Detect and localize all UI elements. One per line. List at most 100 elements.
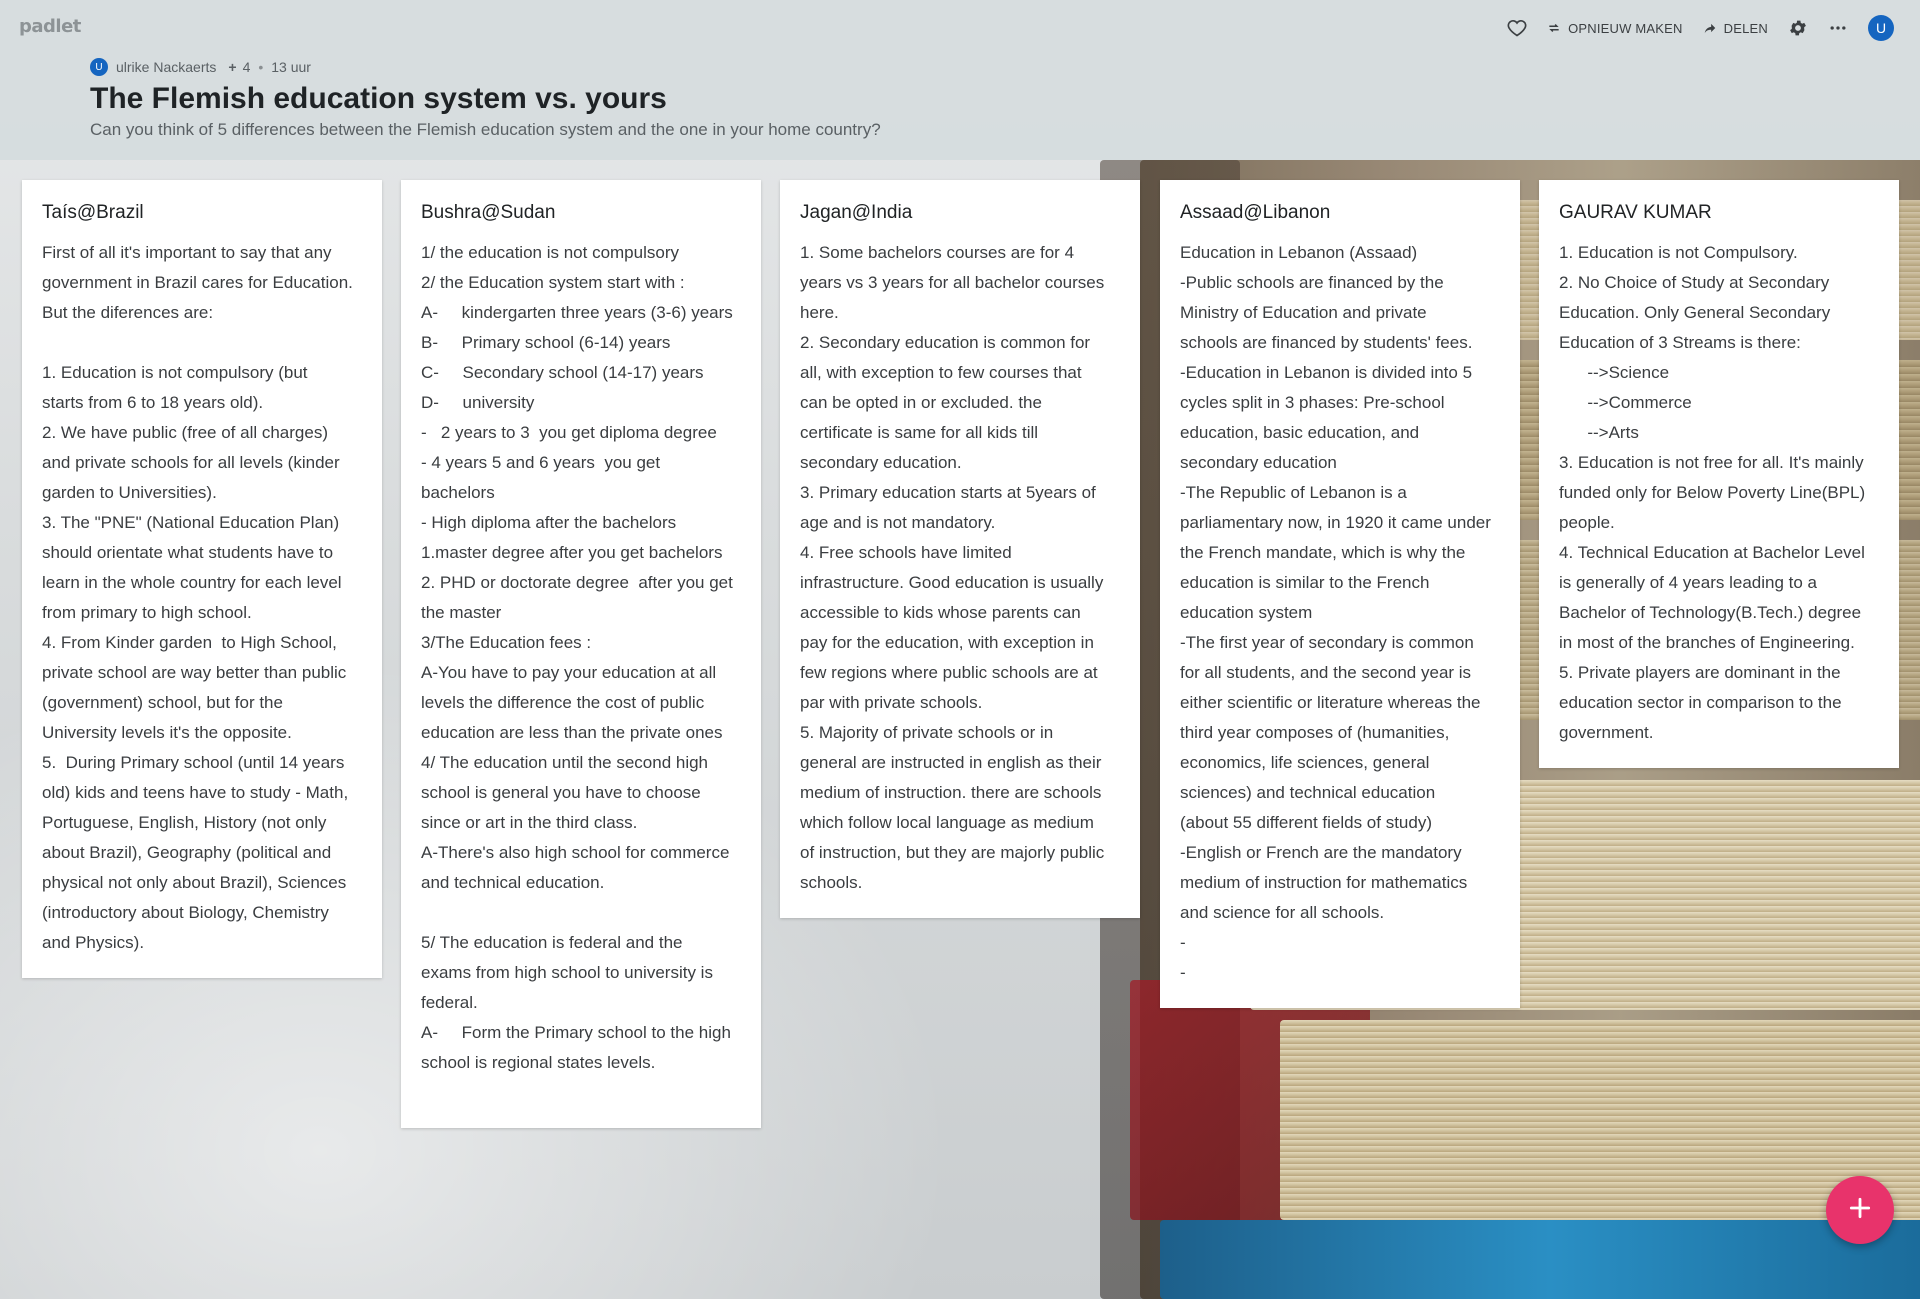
post-text-line: accessible to kids whose parents can	[800, 603, 1081, 622]
post-text-line: - High diploma after the bachelors	[421, 513, 677, 532]
heart-icon	[1507, 18, 1527, 38]
post-body: Education in Lebanon (Assaad) -Public sch…	[1180, 238, 1500, 988]
share-button[interactable]: DELEN	[1693, 12, 1778, 44]
padlet-logo[interactable]: padlet	[19, 16, 81, 37]
post-text-line: A-You have to pay your education at all	[421, 663, 717, 682]
post-text-line: secondary education	[1180, 453, 1337, 472]
post-text-line: exams from high school to university is	[421, 963, 713, 982]
remake-icon	[1547, 21, 1561, 35]
post-text-line: old) kids and teens have to study - Math…	[42, 783, 349, 802]
post-text-line	[421, 1078, 741, 1108]
more-options-button[interactable]	[1818, 12, 1858, 44]
share-label: DELEN	[1723, 20, 1768, 36]
post-text-line: years vs 3 years for all bachelor course…	[800, 273, 1105, 292]
post-text-line: third year composes of (humanities,	[1180, 723, 1450, 742]
post-title: Taís@Brazil	[42, 202, 144, 223]
post-text-line: -	[1180, 933, 1186, 952]
post-text-line: 2. PHD or doctorate degree after you get	[421, 573, 733, 592]
post-card[interactable]: Jagan@India 1. Some bachelors courses ar…	[780, 180, 1140, 918]
post-text-line: 2/ the Education system start with :	[421, 273, 685, 292]
post-text-line: -->Commerce	[1559, 393, 1692, 412]
post-text-line: Portuguese, English, History (not only	[42, 813, 327, 832]
post-text-line: the master	[421, 603, 502, 622]
post-text-line	[421, 898, 741, 928]
post-text-line: about Brazil), Geography (political and	[42, 843, 332, 862]
like-button[interactable]	[1497, 12, 1537, 44]
post-text-line: federal.	[421, 993, 478, 1012]
post-text-line: cycles split in 3 phases: Pre-school	[1180, 393, 1445, 412]
post-text-line: infrastructure. Good education is usuall…	[800, 573, 1104, 592]
post-text-line: Education of 3 Streams is there:	[1559, 333, 1801, 352]
post-title: Assaad@Libanon	[1180, 202, 1331, 223]
post-text-line: -The Republic of Lebanon is a	[1180, 483, 1407, 502]
post-text-line: 4. From Kinder garden to High School,	[42, 633, 337, 652]
post-text-line: par with private schools.	[800, 693, 983, 712]
post-text-line: general are instructed in english as the…	[800, 753, 1102, 772]
post-text-line: 1/ the education is not compulsory	[421, 243, 679, 262]
author-avatar: U	[90, 58, 108, 76]
post-text-line: learn in the whole country for each leve…	[42, 573, 342, 592]
post-text-line: private school are way better than publi…	[42, 663, 347, 682]
post-text-line: school is general you have to choose	[421, 783, 701, 802]
more-icon	[1828, 18, 1848, 38]
post-text-line: few regions where public schools are at	[800, 663, 1098, 682]
post-text-line: pay for the education, with exception in	[800, 633, 1094, 652]
author-name[interactable]: ulrike Nackaerts	[116, 59, 216, 75]
post-text-line: (about 55 different fields of study)	[1180, 813, 1433, 832]
user-avatar[interactable]: U	[1868, 15, 1894, 41]
post-text-line: Bachelor of Technology(B.Tech.) degree	[1559, 603, 1862, 622]
post-text-line: 4/ The education until the second high	[421, 753, 709, 772]
post-text-line: should orientate what students have to	[42, 543, 334, 562]
contributors-count: 4	[242, 59, 251, 75]
post-card[interactable]: GAURAV KUMAR 1. Education is not Compuls…	[1539, 180, 1899, 768]
post-body: First of all it's important to say that …	[42, 238, 362, 958]
post-text-line: 3/The Education fees :	[421, 633, 592, 652]
post-text-line: schools.	[800, 873, 863, 892]
share-icon	[1703, 21, 1717, 35]
post-text-line: all, with exception to few courses that	[800, 363, 1082, 382]
post-text-line: schools are financed by students' fees.	[1180, 333, 1473, 352]
post-card[interactable]: Assaad@Libanon Education in Lebanon (Ass…	[1160, 180, 1520, 1008]
post-text-line: 2. No Choice of Study at Secondary	[1559, 273, 1830, 292]
post-text-line: First of all it's important to say that …	[42, 243, 332, 262]
post-text-line: D- university	[421, 393, 535, 412]
post-text-line: education system	[1180, 603, 1313, 622]
post-text-line: 5. Majority of private schools or in	[800, 723, 1054, 742]
post-text-line: secondary education.	[800, 453, 962, 472]
post-text-line: either scientific or literature whereas …	[1180, 693, 1481, 712]
post-text-line: 5. During Primary school (until 14 years	[42, 753, 345, 772]
post-text-line: 5. Private players are dominant in the	[1559, 663, 1841, 682]
post-text-line: -The first year of secondary is common	[1180, 633, 1474, 652]
post-text-line: age and is not mandatory.	[800, 513, 996, 532]
post-text-line: education sector in comparison to the	[1559, 693, 1842, 712]
board-title: The Flemish education system vs. yours	[90, 82, 667, 115]
post-text-line: the French mandate, which is why the	[1180, 543, 1466, 562]
add-post-button[interactable]	[1826, 1176, 1894, 1244]
post-text-line: B- Primary school (6-14) years	[421, 333, 671, 352]
post-text-line: of instruction, but they are majorly pub…	[800, 843, 1105, 862]
gear-icon	[1788, 18, 1808, 38]
post-text-line: -->Science	[1559, 363, 1670, 382]
board-header: padlet OPNIEUW MAKEN DELEN U U ulrike Na…	[0, 0, 1920, 160]
settings-button[interactable]	[1778, 12, 1818, 44]
post-text-line: 1. Education is not Compulsory.	[1559, 243, 1798, 262]
post-text-line: starts from 6 to 18 years old).	[42, 393, 264, 412]
post-text-line: can be opted in or excluded. the	[800, 393, 1042, 412]
post-text-line: and Physics).	[42, 933, 145, 952]
post-text-line: in most of the branches of Engineering.	[1559, 633, 1855, 652]
post-text-line: - 4 years 5 and 6 years you get	[421, 453, 661, 472]
post-card[interactable]: Bushra@Sudan 1/ the education is not com…	[401, 180, 761, 1128]
post-text-line: 1.master degree after you get bachelors	[421, 543, 723, 562]
post-title: Bushra@Sudan	[421, 202, 556, 223]
post-card[interactable]: Taís@Brazil First of all it's important …	[22, 180, 382, 978]
post-text-line: levels the difference the cost of public	[421, 693, 705, 712]
post-title: GAURAV KUMAR	[1559, 202, 1712, 223]
post-text-line: garden to Universities).	[42, 483, 217, 502]
post-text-line: Education. Only General Secondary	[1559, 303, 1831, 322]
remake-button[interactable]: OPNIEUW MAKEN	[1537, 12, 1693, 44]
post-text-line: (government) school, but for the	[42, 693, 283, 712]
post-text-line: 4. Technical Education at Bachelor Level	[1559, 543, 1865, 562]
post-text-line: - 2 years to 3 you get diploma degree	[421, 423, 717, 442]
post-text-line: Education in Lebanon (Assaad)	[1180, 243, 1418, 262]
post-text-line: government in Brazil cares for Education…	[42, 273, 353, 292]
